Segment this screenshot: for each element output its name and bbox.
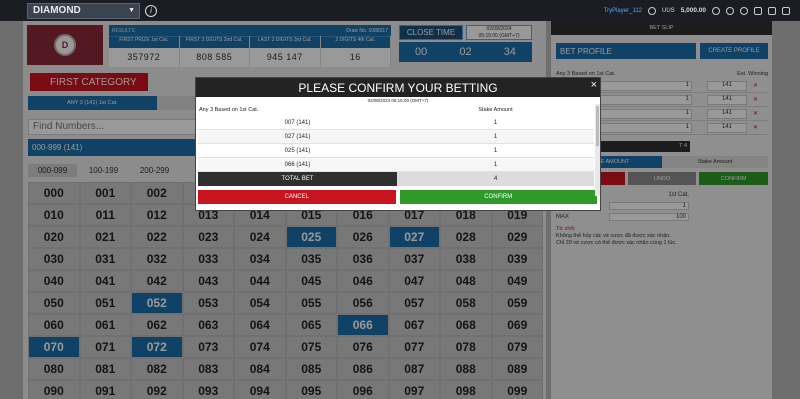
modal-row-stake: 1	[493, 133, 498, 140]
modal-actions: CANCEL CONFIRM	[198, 190, 597, 204]
history-icon[interactable]	[740, 6, 748, 15]
modal-datetime: 02/08/2024 05:15:00 (GMT+7)	[367, 98, 429, 103]
username: TryPlayer_112	[603, 7, 643, 14]
modal-rows: 007 (141) 1 027 (141) 1 025 (141) 1 066 (141) 1	[198, 116, 594, 172]
chevron-down-icon: ▼	[128, 7, 135, 14]
modal-row: 066 (141) 1	[198, 158, 594, 172]
close-icon[interactable]: ×	[591, 79, 597, 91]
modal-scrollbar[interactable]	[595, 104, 600, 196]
modal-table: Any 3 Based on 1st Cat. Stake Amount 007…	[198, 104, 594, 172]
settings-icon[interactable]	[726, 6, 734, 15]
modal-col-stake: Stake Amount	[478, 107, 513, 113]
confirm-button[interactable]: CONFIRM	[399, 190, 597, 204]
game-select[interactable]: DIAMOND ▼	[27, 2, 140, 19]
modal-row: 007 (141) 1	[198, 116, 594, 130]
modal-row-number: 066 (141)	[284, 161, 311, 168]
modal-row: 025 (141) 1	[198, 144, 594, 158]
modal-row-stake: 1	[493, 147, 498, 154]
report-icon[interactable]	[754, 6, 762, 15]
balance: 5,000.00	[680, 7, 706, 14]
cancel-button[interactable]: CANCEL	[198, 190, 396, 204]
menu-icon[interactable]	[782, 6, 790, 15]
modal-row-number: 025 (141)	[284, 147, 311, 154]
document-icon[interactable]	[768, 6, 776, 15]
info-icon[interactable]: i	[145, 4, 157, 17]
top-bar: DIAMOND ▼ i TryPlayer_112 UUS 5,000.00	[0, 0, 800, 21]
modal-row: 027 (141) 1	[198, 130, 594, 144]
modal-total: TOTAL BET 4	[198, 172, 594, 186]
currency-icon	[648, 6, 657, 15]
modal-row-number: 027 (141)	[284, 133, 311, 140]
confirm-betting-modal: PLEASE CONFIRM YOUR BETTING × 02/08/2024…	[195, 77, 601, 211]
account-area: TryPlayer_112 UUS 5,000.00	[603, 6, 790, 15]
currency-label: UUS	[662, 7, 675, 14]
modal-col-number: Any 3 Based on 1st Cat.	[199, 107, 259, 113]
modal-total-value: 4	[397, 172, 594, 186]
modal-row-stake: 1	[493, 119, 498, 126]
modal-title-text: PLEASE CONFIRM YOUR BETTING	[298, 80, 498, 95]
modal-table-header: Any 3 Based on 1st Cat. Stake Amount	[198, 104, 594, 116]
refresh-icon[interactable]	[712, 6, 720, 15]
modal-title: PLEASE CONFIRM YOUR BETTING ×	[196, 78, 600, 97]
game-select-label: DIAMOND	[33, 5, 81, 16]
modal-row-stake: 1	[493, 161, 498, 168]
modal-total-label: TOTAL BET	[198, 172, 397, 186]
modal-row-number: 007 (141)	[284, 119, 311, 126]
